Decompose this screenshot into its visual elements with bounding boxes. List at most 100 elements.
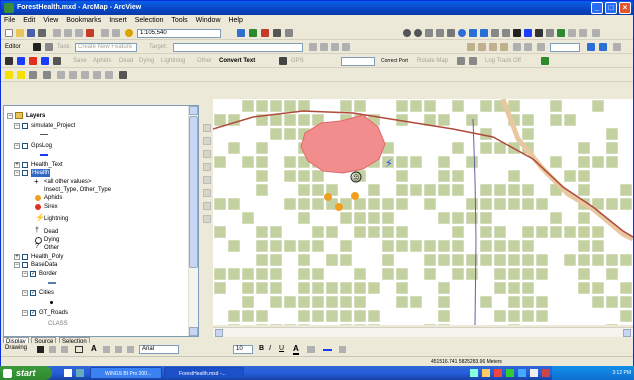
edit-tool-icon[interactable] (33, 43, 41, 51)
symbology-tool-5[interactable] (105, 71, 113, 79)
font-size-dropdown[interactable]: 10 (233, 345, 253, 354)
expand-layer-3[interactable]: − (14, 170, 20, 176)
select-elements-icon[interactable] (513, 29, 521, 37)
tray-clock[interactable]: 3:12 PM (612, 370, 631, 376)
open-folder-icon[interactable] (16, 29, 24, 37)
layer-0-checkbox[interactable] (22, 123, 28, 129)
layer-4-checkbox[interactable] (22, 254, 28, 260)
tracking-pencil-icon[interactable] (17, 57, 25, 65)
toc-root-layers[interactable]: Layers (26, 112, 45, 120)
symbology-tool-1[interactable] (57, 71, 65, 79)
track-grid-icon[interactable] (541, 57, 549, 65)
editor-menu[interactable]: Editor (5, 43, 21, 52)
undo-icon[interactable] (101, 29, 109, 37)
measure-icon[interactable] (546, 29, 554, 37)
layer-6-name[interactable]: Border (39, 270, 57, 278)
italic-button[interactable]: I (269, 345, 271, 352)
map-display[interactable]: ☹ ⚡ (213, 99, 633, 325)
tray-icon-1[interactable] (470, 369, 478, 377)
rotate-map-button[interactable]: Rotate Map (417, 57, 448, 66)
font-color-button[interactable]: A (293, 344, 299, 355)
expand-layer-5[interactable]: − (14, 262, 20, 268)
marker-color-icon[interactable] (29, 71, 37, 79)
expand-layer-0[interactable]: − (14, 123, 20, 129)
zoom-in-icon[interactable] (403, 29, 411, 37)
toc-scrollbar[interactable] (188, 106, 198, 336)
tray-icon-6[interactable] (530, 369, 538, 377)
clear-selection-icon[interactable] (502, 29, 510, 37)
scroll-right-button[interactable] (623, 329, 631, 337)
text-tool-icon[interactable]: A (91, 344, 97, 353)
gps-port-dropdown[interactable] (341, 57, 375, 66)
fill-color-button[interactable] (307, 346, 315, 353)
select-features-icon[interactable] (491, 29, 499, 37)
fixed-zoom-out-icon[interactable] (436, 29, 444, 37)
tracking-dead[interactable]: Dead (119, 57, 133, 66)
tracking-x-icon[interactable] (29, 57, 37, 65)
delete-icon[interactable] (86, 29, 94, 37)
symbology-tool-2[interactable] (69, 71, 77, 79)
layer-4-name[interactable]: Health_Poly (31, 253, 63, 261)
topology-icon-4[interactable] (500, 43, 508, 51)
tracking-save[interactable]: Save (73, 57, 87, 66)
strip-tool-2[interactable] (203, 137, 211, 145)
menu-tools[interactable]: Tools (171, 17, 187, 24)
quicklaunch-icon-1[interactable] (64, 369, 72, 377)
layer-0-name[interactable]: simulate_Project (31, 122, 75, 130)
zoom-whole-page-icon[interactable] (61, 346, 68, 353)
html-popup-icon[interactable] (568, 29, 576, 37)
rectangle-icon[interactable] (75, 346, 83, 353)
find-icon[interactable] (535, 29, 543, 37)
crosshair-icon[interactable] (279, 57, 287, 65)
strip-tool-7[interactable] (203, 202, 211, 210)
hyperlink-icon[interactable] (557, 29, 565, 37)
zoom-out-icon[interactable] (414, 29, 422, 37)
expand-layer-1[interactable]: − (14, 143, 20, 149)
tracking-dash-icon[interactable] (53, 57, 61, 65)
percent-dropdown[interactable] (550, 43, 580, 52)
bold-button[interactable]: B (259, 345, 264, 352)
map-canvas[interactable]: ☹ ⚡ (213, 99, 633, 325)
editor-toolbar-icon[interactable] (237, 29, 245, 37)
layer-5-checkbox[interactable] (22, 262, 28, 268)
map-hscrollbar[interactable] (213, 327, 633, 337)
task-dropdown[interactable]: Create New Feature (75, 43, 137, 52)
marker-color-button[interactable] (339, 346, 346, 353)
layer-1-name[interactable]: GpsLog (31, 142, 52, 150)
line-color-icon[interactable] (17, 71, 25, 79)
layer-8-checkbox[interactable]: ✓ (30, 310, 36, 316)
redo-icon[interactable] (112, 29, 120, 37)
minimize-button[interactable]: _ (591, 2, 603, 14)
back-extent-icon[interactable] (469, 29, 477, 37)
symbology-tool-4[interactable] (93, 71, 101, 79)
layer-3-name[interactable]: Health (31, 169, 51, 177)
layer-1-checkbox[interactable] (22, 143, 28, 149)
menu-selection[interactable]: Selection (135, 17, 164, 24)
taskbar-task-wings[interactable]: WINGS BI Pro 200... (90, 367, 162, 379)
view-switch-strip[interactable] (201, 327, 213, 337)
whats-this-icon[interactable] (285, 29, 293, 37)
tray-icon-3[interactable] (494, 369, 502, 377)
tracking-aphids[interactable]: Aphids (93, 57, 111, 66)
scroll-left-button[interactable] (215, 329, 223, 337)
layer-8-name[interactable]: GT_Roads (39, 309, 68, 317)
expand-layer-2[interactable]: + (14, 162, 20, 168)
sketch-properties-icon[interactable] (342, 43, 350, 51)
sketch-tool-icon[interactable] (45, 43, 53, 51)
expand-layers-toggle[interactable]: − (7, 113, 13, 119)
tracking-lightning[interactable]: Lightning (161, 57, 185, 66)
scroll-up-button[interactable] (189, 106, 198, 115)
target-dropdown[interactable] (173, 43, 303, 52)
select-pointer-icon[interactable] (37, 346, 44, 353)
tracking-other[interactable]: Other (197, 57, 212, 66)
tool-icon-6[interactable] (524, 43, 532, 51)
identify-icon[interactable] (524, 29, 532, 37)
font-color-icon[interactable] (43, 71, 51, 79)
topology-icon-3[interactable] (489, 43, 497, 51)
scroll-down-button[interactable] (189, 327, 198, 336)
new-text-icon[interactable] (115, 346, 122, 353)
font-name-dropdown[interactable]: Arial (139, 345, 179, 354)
strip-tool-3[interactable] (203, 150, 211, 158)
tray-icon-5[interactable] (518, 369, 526, 377)
drawing-menu[interactable]: Drawing (5, 345, 27, 351)
